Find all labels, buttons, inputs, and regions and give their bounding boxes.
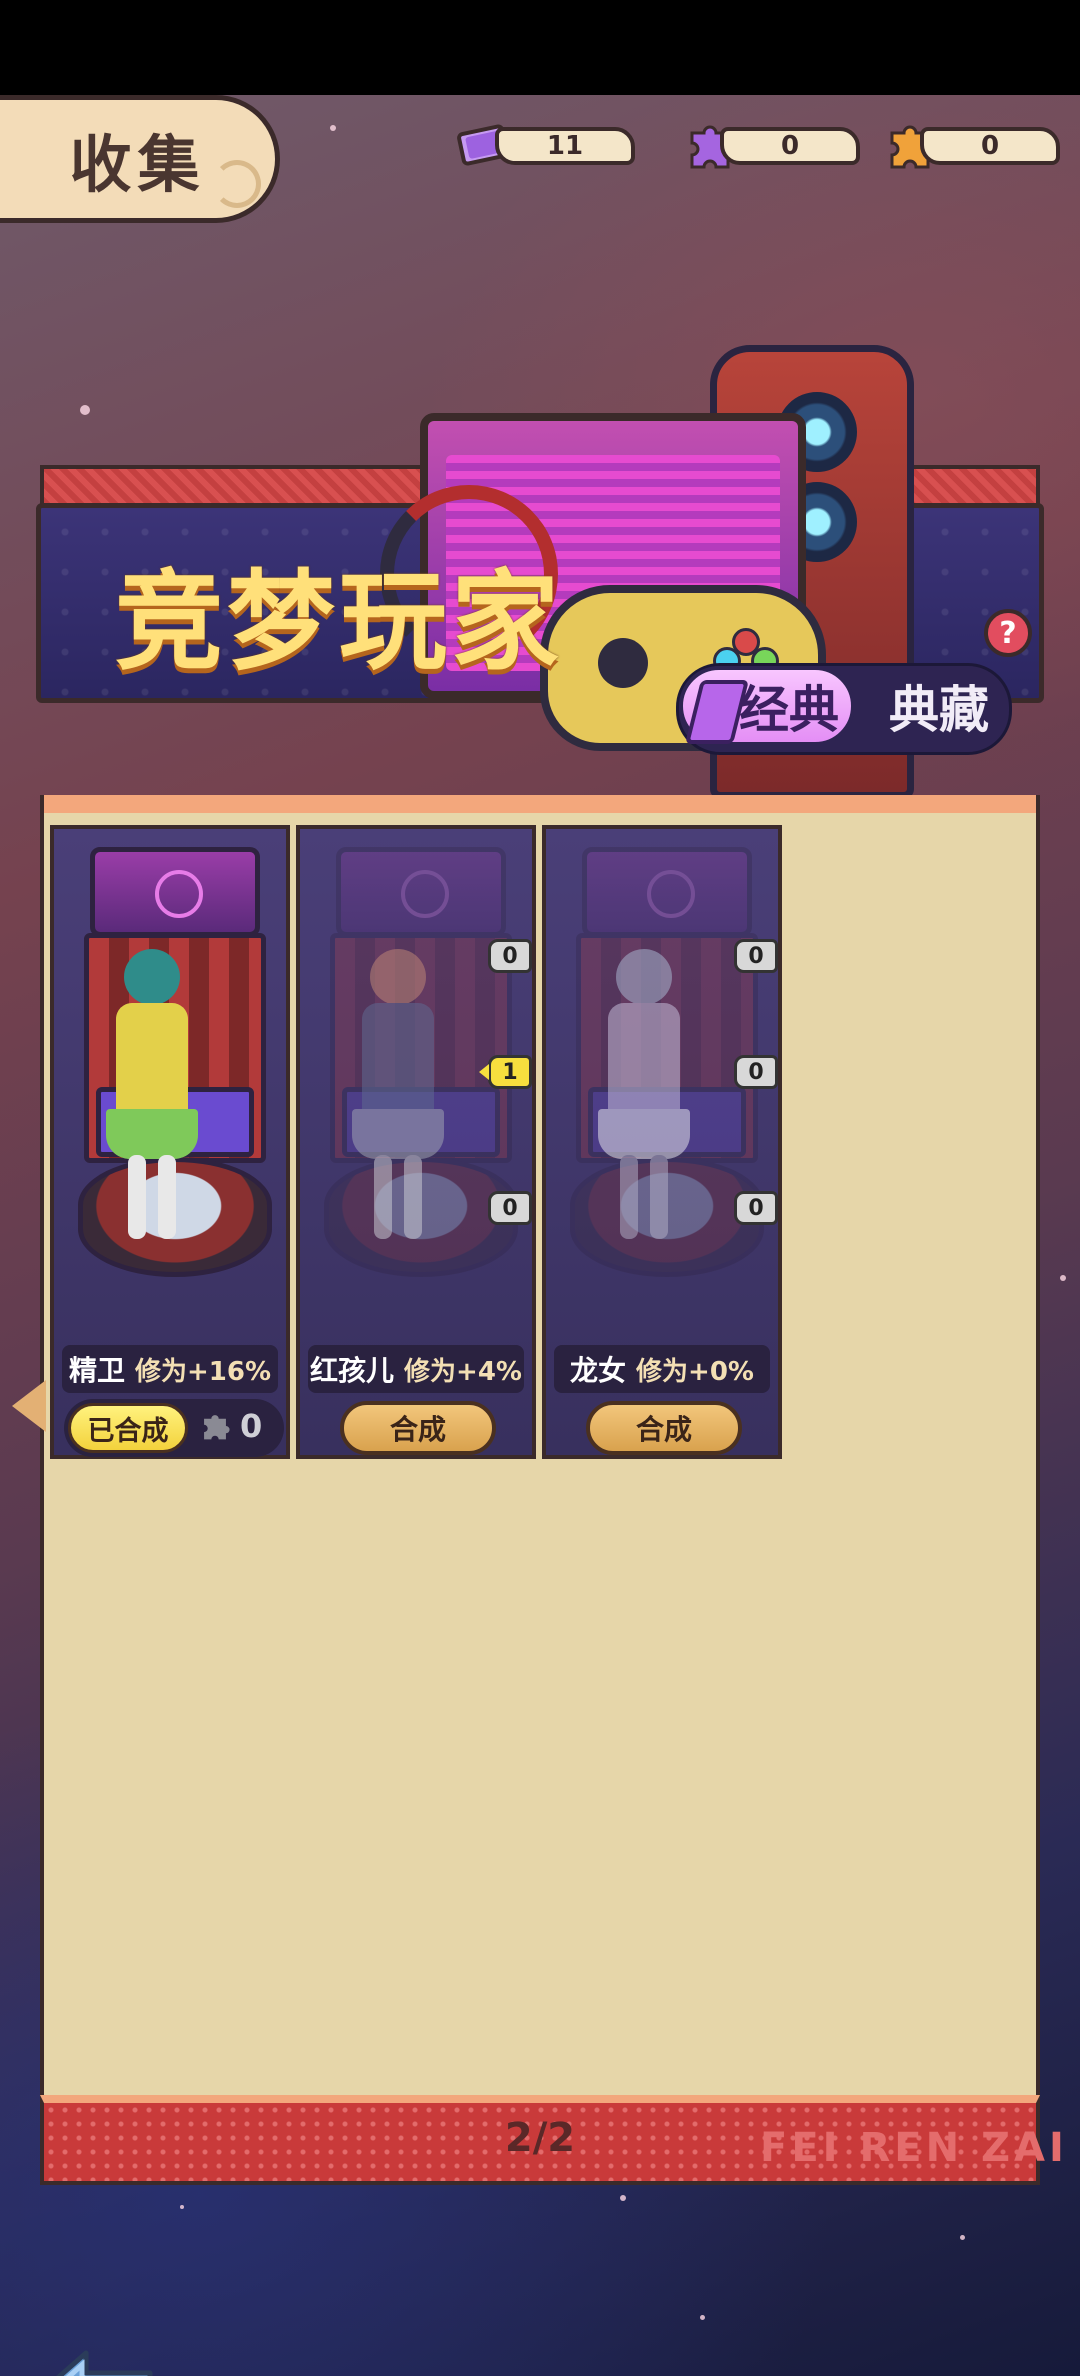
- panel-top-edge: [40, 795, 1040, 813]
- character-card-jingwei[interactable]: 精卫 修为+16% 已合成 0: [50, 825, 290, 1459]
- character-card-honghaier[interactable]: 0 1 0 红孩儿 修为+4% 合成: [296, 825, 536, 1459]
- card-name: 龙女: [570, 1354, 627, 1387]
- owned-row: 已合成 0: [64, 1399, 284, 1457]
- currency-tickets[interactable]: 11: [455, 123, 655, 167]
- fragment-count: 0: [198, 1407, 262, 1445]
- fragment-badge: 0: [488, 939, 532, 973]
- orange-fragments-count: 0: [920, 127, 1060, 165]
- help-button[interactable]: ?: [984, 609, 1032, 657]
- fragment-badge: 0: [734, 939, 778, 973]
- purple-fragments-count: 0: [720, 127, 860, 165]
- character-figure: [94, 949, 210, 1239]
- compose-button[interactable]: 合成: [340, 1401, 496, 1455]
- character-silhouette: [340, 949, 456, 1239]
- card-name: 精卫: [68, 1354, 125, 1387]
- fragment-badge-highlight: 1: [479, 1055, 532, 1089]
- collection-screen: 收集 11 0 0 竞梦玩家 ? 经典 典藏 精卫 修为+16% 已合成 0 0…: [0, 95, 1080, 2376]
- card-name-bar: 精卫 修为+16%: [62, 1345, 278, 1393]
- composed-button[interactable]: 已合成: [68, 1403, 188, 1453]
- currency-purple-fragments[interactable]: 0: [680, 123, 880, 169]
- puzzle-piece-icon: [204, 1415, 230, 1440]
- card-name: 红孩儿: [310, 1354, 395, 1387]
- card-bonus: 修为+16%: [134, 1356, 272, 1387]
- swirl-ornament: [213, 160, 261, 208]
- back-arrow-icon: [56, 2350, 153, 2376]
- fragment-count-value: 0: [240, 1407, 263, 1445]
- tab-classic[interactable]: 经典: [679, 666, 855, 746]
- tab-classic-label: 经典: [739, 681, 839, 739]
- card-bonus: 修为+0%: [636, 1356, 754, 1387]
- compose-button[interactable]: 合成: [586, 1401, 742, 1455]
- character-silhouette: [586, 949, 702, 1239]
- tickets-count: 11: [495, 127, 635, 165]
- footer-watermark: FEI REN ZAI: [760, 2125, 1068, 2171]
- tab-collection[interactable]: 典藏: [869, 666, 1009, 746]
- fragment-badge: 0: [488, 1191, 532, 1225]
- series-tabs: 经典 典藏: [676, 663, 1012, 755]
- card-name-bar: 红孩儿 修为+4%: [308, 1345, 524, 1393]
- back-button[interactable]: [38, 2345, 158, 2376]
- page-title-tab: 收集: [0, 95, 280, 223]
- prev-page-arrow-icon[interactable]: [12, 1380, 46, 1432]
- character-card-longnv[interactable]: 0 0 0 龙女 修为+0% 合成: [542, 825, 782, 1459]
- fragment-badge: 0: [734, 1055, 778, 1089]
- currency-orange-fragments[interactable]: 0: [880, 123, 1080, 169]
- fragment-badge: 0: [734, 1191, 778, 1225]
- card-name-bar: 龙女 修为+0%: [554, 1345, 770, 1393]
- card-bonus: 修为+4%: [404, 1356, 522, 1387]
- series-title: 竞梦玩家: [115, 560, 564, 685]
- page-title: 收集: [69, 128, 206, 201]
